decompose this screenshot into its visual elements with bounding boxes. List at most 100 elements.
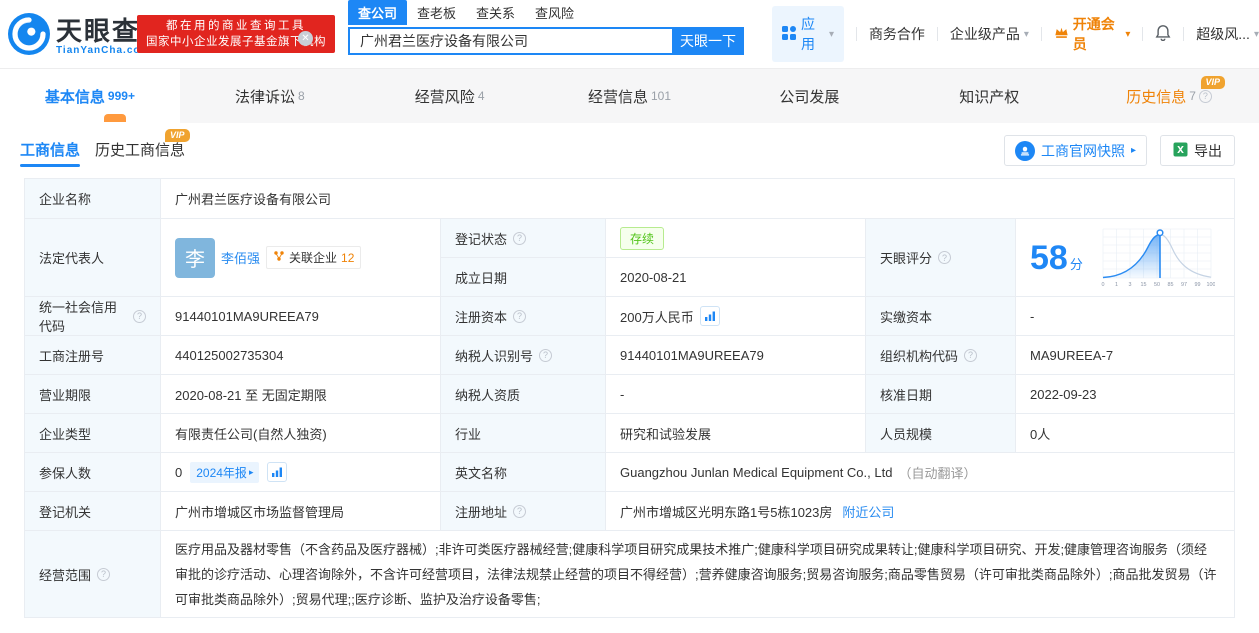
legal-rep-value: 李 李佰强 关联企业 12 [161, 219, 441, 297]
related-companies-label: 关联企业 [289, 251, 338, 265]
tab-basic-info[interactable]: 基本信息 999+ [0, 69, 180, 123]
search-clear-icon[interactable]: ✕ [298, 31, 313, 46]
tab-history-info[interactable]: VIP 历史信息 7 ? [1079, 69, 1259, 123]
snapshot-button-label: 工商官网快照 [1040, 142, 1125, 159]
tianyancha-logo[interactable]: 天眼查 TianYanCha.com [8, 13, 150, 60]
svg-text:15: 15 [1140, 282, 1146, 288]
auto-translate-note: （自动翻译） [898, 465, 977, 481]
search-area: 查公司 查老板 查关系 查风险 天眼一下 [348, 0, 744, 55]
annual-report-chip[interactable]: 2024年报 ▸ [190, 461, 260, 483]
credit-code-label: 统一社会信用代码? [25, 297, 161, 336]
credit-code-value: 91440101MA9UREEA79 [161, 297, 441, 336]
status-badge: 存续 [620, 226, 665, 250]
trend-chart-icon[interactable] [267, 462, 288, 482]
reg-authority-value: 广州市增城区市场监督管理局 [161, 492, 441, 531]
taxpayer-quali-label: 纳税人资质 [441, 375, 606, 414]
svg-text:50: 50 [1154, 282, 1160, 288]
reg-address-value: 广州市增城区光明东路1号5栋1023房 附近公司 [606, 492, 1235, 531]
svg-text:85: 85 [1167, 282, 1173, 288]
tab-count: 4 [477, 89, 485, 103]
staff-size-label: 人员规模 [866, 414, 1016, 453]
excel-icon [1173, 142, 1188, 160]
trend-chart-icon[interactable] [699, 306, 720, 326]
banner-line1: 都在用的商业查询工具 [166, 20, 306, 32]
score-distribution-chart: 0 1 3 15 50 85 97 99 100 [1101, 228, 1215, 288]
staff-size-value: 0人 [1016, 414, 1235, 453]
tab-legal-litigation[interactable]: 法律诉讼 8 [180, 69, 360, 123]
founded-date-value: 2020-08-21 [606, 258, 866, 297]
tab-intellectual-property[interactable]: 知识产权 [899, 69, 1079, 123]
crown-icon [1054, 26, 1069, 42]
company-name-value: 广州君兰医疗设备有限公司 [161, 179, 1235, 219]
related-companies-count: 12 [341, 250, 355, 265]
help-icon[interactable]: ? [513, 309, 527, 323]
help-icon[interactable]: ? [513, 504, 527, 518]
legal-rep-avatar[interactable]: 李 [175, 237, 215, 278]
nav-super-risk[interactable]: 超级风... ▾ [1196, 24, 1259, 44]
legal-rep-link[interactable]: 李佰强 [221, 248, 260, 267]
reg-status-label: 登记状态? [441, 219, 606, 258]
paid-capital-label: 实缴资本 [866, 297, 1016, 336]
tab-label: 知识产权 [959, 88, 1020, 106]
bell-icon [1155, 24, 1171, 44]
nav-open-vip[interactable]: 开通会员 ▾ [1054, 14, 1131, 54]
divider [1040, 27, 1042, 41]
score-number: 58 分 [1030, 238, 1083, 277]
export-button[interactable]: 导出 [1160, 135, 1235, 166]
approval-date-value: 2022-09-23 [1016, 375, 1235, 414]
reg-capital-label: 注册资本? [441, 297, 606, 336]
industry-label: 行业 [441, 414, 606, 453]
nearby-companies-link[interactable]: 附近公司 [842, 502, 894, 521]
tab-operation-info[interactable]: 经营信息 101 [540, 69, 720, 123]
taxpayer-id-label: 纳税人识别号? [441, 336, 606, 375]
chevron-down-icon: ▾ [1023, 28, 1029, 40]
related-companies-badge[interactable]: 关联企业 12 [266, 246, 362, 269]
company-type-label: 企业类型 [25, 414, 161, 453]
help-icon[interactable]: ? [964, 348, 978, 362]
help-icon[interactable]: ? [1198, 89, 1212, 103]
nav-enterprise[interactable]: 企业级产品 ▾ [950, 24, 1029, 44]
vip-badge: VIP [165, 129, 190, 142]
nav-apps[interactable]: 应用 ▾ [772, 6, 845, 62]
nav-cooperation[interactable]: 商务合作 [869, 24, 925, 44]
paid-capital-value: - [1016, 297, 1235, 336]
approval-date-label: 核准日期 [866, 375, 1016, 414]
search-tab-relation[interactable]: 查关系 [466, 0, 525, 25]
apps-grid-icon [782, 25, 796, 43]
partial-badge [104, 114, 126, 122]
help-icon[interactable]: ? [938, 251, 952, 264]
search-tab-risk[interactable]: 查风险 [525, 0, 584, 25]
subtab-business-info[interactable]: 工商信息 [20, 123, 81, 178]
tab-operation-risk[interactable]: 经营风险 4 [360, 69, 540, 123]
help-icon[interactable]: ? [97, 567, 111, 581]
snapshot-button[interactable]: 工商官网快照 ▸ [1003, 135, 1147, 166]
tab-label: 历史信息 [1126, 88, 1187, 106]
svg-text:0: 0 [1101, 282, 1104, 288]
help-icon[interactable]: ? [133, 309, 146, 323]
divider [856, 27, 857, 41]
founded-date-label: 成立日期 [441, 258, 606, 297]
score-label: 天眼评分? [866, 219, 1016, 297]
business-scope-value: 医疗用品及器材零售（不含药品及医疗器械）;非许可类医疗器械经营;健康科学项目研究… [161, 531, 1235, 618]
svg-text:99: 99 [1194, 282, 1200, 288]
company-type-value: 有限责任公司(自然人独资) [161, 414, 441, 453]
search-tab-company[interactable]: 查公司 [348, 0, 408, 25]
tab-label: 经营风险 [414, 88, 475, 106]
top-header: 天眼查 TianYanCha.com 都在用的商业查询工具 国家中小企业发展子基… [0, 0, 1259, 68]
reg-address-label: 注册地址? [441, 492, 606, 531]
help-icon[interactable]: ? [513, 231, 527, 245]
help-icon[interactable]: ? [539, 348, 553, 362]
search-tab-boss[interactable]: 查老板 [407, 0, 466, 25]
tab-company-development[interactable]: 公司发展 [719, 69, 899, 123]
notification-bell[interactable] [1155, 24, 1171, 44]
export-button-label: 导出 [1194, 142, 1222, 159]
chevron-down-icon: ▾ [1125, 28, 1131, 40]
header-nav: 应用 ▾ 商务合作 企业级产品 ▾ 开通会员 ▾ 超级风... ▾ [772, 6, 1259, 62]
business-term-label: 营业期限 [25, 375, 161, 414]
tab-label: 公司发展 [779, 88, 840, 106]
taxpayer-quali-value: - [606, 375, 866, 414]
search-button[interactable]: 天眼一下 [672, 27, 744, 55]
subtab-row: 工商信息 历史工商信息 VIP 工商官网快照 ▸ 导出 [0, 123, 1259, 178]
tab-label: 基本信息 [44, 88, 105, 106]
search-input[interactable] [348, 27, 672, 55]
